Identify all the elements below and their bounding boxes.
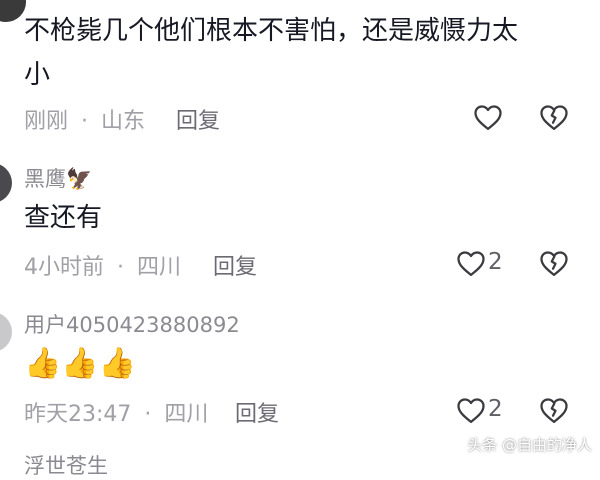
comment-location: 四川 bbox=[137, 255, 182, 280]
comment-username[interactable]: 浮世苍生 bbox=[24, 450, 108, 480]
comment-location: 四川 bbox=[164, 402, 209, 427]
comment-meta: 刚刚 · 山东 bbox=[24, 103, 145, 135]
comment-meta: 昨天23:47 · 四川 bbox=[24, 396, 208, 428]
comment-time: 昨天23:47 bbox=[24, 402, 132, 427]
comment-text: 不枪毙几个他们根本不害怕，还是威慑力太 bbox=[24, 16, 519, 46]
comment-text: 👍👍👍 bbox=[24, 346, 137, 381]
reply-button[interactable]: 回复 bbox=[213, 249, 257, 281]
comment-username[interactable]: 黑鹰🦅 bbox=[24, 163, 92, 193]
avatar[interactable] bbox=[0, 163, 12, 203]
dislike-broken-heart-icon[interactable] bbox=[539, 396, 569, 424]
comment-text: 小 bbox=[24, 60, 51, 90]
meta-separator: · bbox=[81, 109, 89, 134]
reply-button[interactable]: 回复 bbox=[235, 396, 279, 428]
comment-time: 4小时前 bbox=[24, 255, 104, 280]
watermark: 头条 @自由的净人 bbox=[467, 436, 592, 454]
dislike-broken-heart-icon[interactable] bbox=[539, 103, 569, 131]
reply-button[interactable]: 回复 bbox=[176, 103, 220, 135]
comment-meta: 4小时前 · 四川 bbox=[24, 249, 181, 281]
comment-location: 山东 bbox=[101, 109, 146, 134]
comment-username[interactable]: 用户4050423880892 bbox=[24, 309, 240, 339]
avatar[interactable] bbox=[0, 312, 12, 352]
like-count: 2 bbox=[488, 396, 503, 422]
like-heart-icon[interactable] bbox=[456, 396, 486, 424]
avatar[interactable] bbox=[0, 0, 26, 22]
like-heart-icon[interactable] bbox=[456, 249, 486, 277]
meta-separator: · bbox=[117, 255, 124, 280]
like-heart-icon[interactable] bbox=[473, 103, 503, 131]
like-count: 2 bbox=[488, 249, 503, 275]
comment-text: 查还有 bbox=[24, 203, 103, 233]
dislike-broken-heart-icon[interactable] bbox=[539, 249, 569, 277]
meta-separator: · bbox=[144, 402, 152, 427]
comment-time: 刚刚 bbox=[24, 109, 69, 134]
